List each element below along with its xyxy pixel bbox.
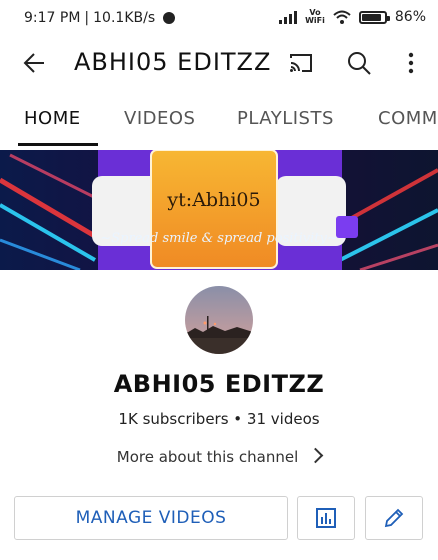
active-tab-indicator (18, 143, 98, 146)
tab-home[interactable]: HOME (24, 108, 81, 129)
vpn-icon (163, 12, 176, 24)
chevron-right-icon (307, 447, 324, 464)
manage-videos-button[interactable]: MANAGE VIDEOS (14, 496, 288, 540)
banner-logo-name: Abhi05 (191, 189, 260, 211)
status-time: 9:17 PM (24, 10, 81, 26)
status-right: Vo WiFi 86% (279, 9, 426, 25)
status-bar: 9:17 PM | 10.1KB/s Vo WiFi 86% (0, 0, 438, 40)
more-about-channel-link[interactable]: More about this channel (0, 447, 438, 466)
banner-logo-prefix: yt: (166, 189, 192, 211)
battery-icon (358, 10, 390, 24)
wifi-icon (333, 10, 351, 24)
search-icon[interactable] (346, 50, 372, 76)
more-about-label: More about this channel (116, 448, 299, 466)
edit-channel-button[interactable] (365, 496, 423, 540)
status-left: 9:17 PM | 10.1KB/s (24, 10, 176, 26)
signal-icon (279, 10, 298, 24)
channel-stats: 1K subscribers • 31 videos (118, 410, 320, 428)
svg-text:yt:Abhi05: yt:Abhi05 (166, 189, 260, 211)
vowifi-icon: Vo WiFi (305, 8, 325, 25)
channel-banner: yt:Abhi05 ~Spread smile & spread positiv… (0, 150, 438, 270)
back-arrow-icon[interactable] (22, 50, 48, 76)
analytics-icon (316, 508, 336, 528)
channel-name: ABHI05 EDITZZ (113, 370, 325, 398)
channel-avatar[interactable] (185, 286, 253, 354)
avatar-image (185, 286, 253, 354)
status-network-speed: 10.1KB/s (93, 10, 156, 26)
tab-playlists[interactable]: PLAYLISTS (237, 108, 334, 129)
cast-icon[interactable] (288, 52, 314, 74)
tab-videos[interactable]: VIDEOS (124, 108, 195, 129)
channel-tabs: HOME VIDEOS PLAYLISTS COMMU (0, 96, 438, 148)
edit-pencil-icon (384, 508, 404, 528)
battery-percent: 86% (394, 9, 426, 25)
tab-community[interactable]: COMMU (378, 108, 438, 129)
more-vert-icon[interactable] (402, 50, 420, 76)
banner-tagline: ~Spread smile & spread positivity~ (100, 231, 338, 246)
manage-videos-label: MANAGE VIDEOS (75, 508, 227, 528)
page-title: ABHI05 EDITZZ (74, 48, 272, 76)
banner-art: yt:Abhi05 ~Spread smile & spread positiv… (0, 150, 438, 270)
app-bar: ABHI05 EDITZZ (0, 40, 438, 86)
analytics-button[interactable] (297, 496, 355, 540)
